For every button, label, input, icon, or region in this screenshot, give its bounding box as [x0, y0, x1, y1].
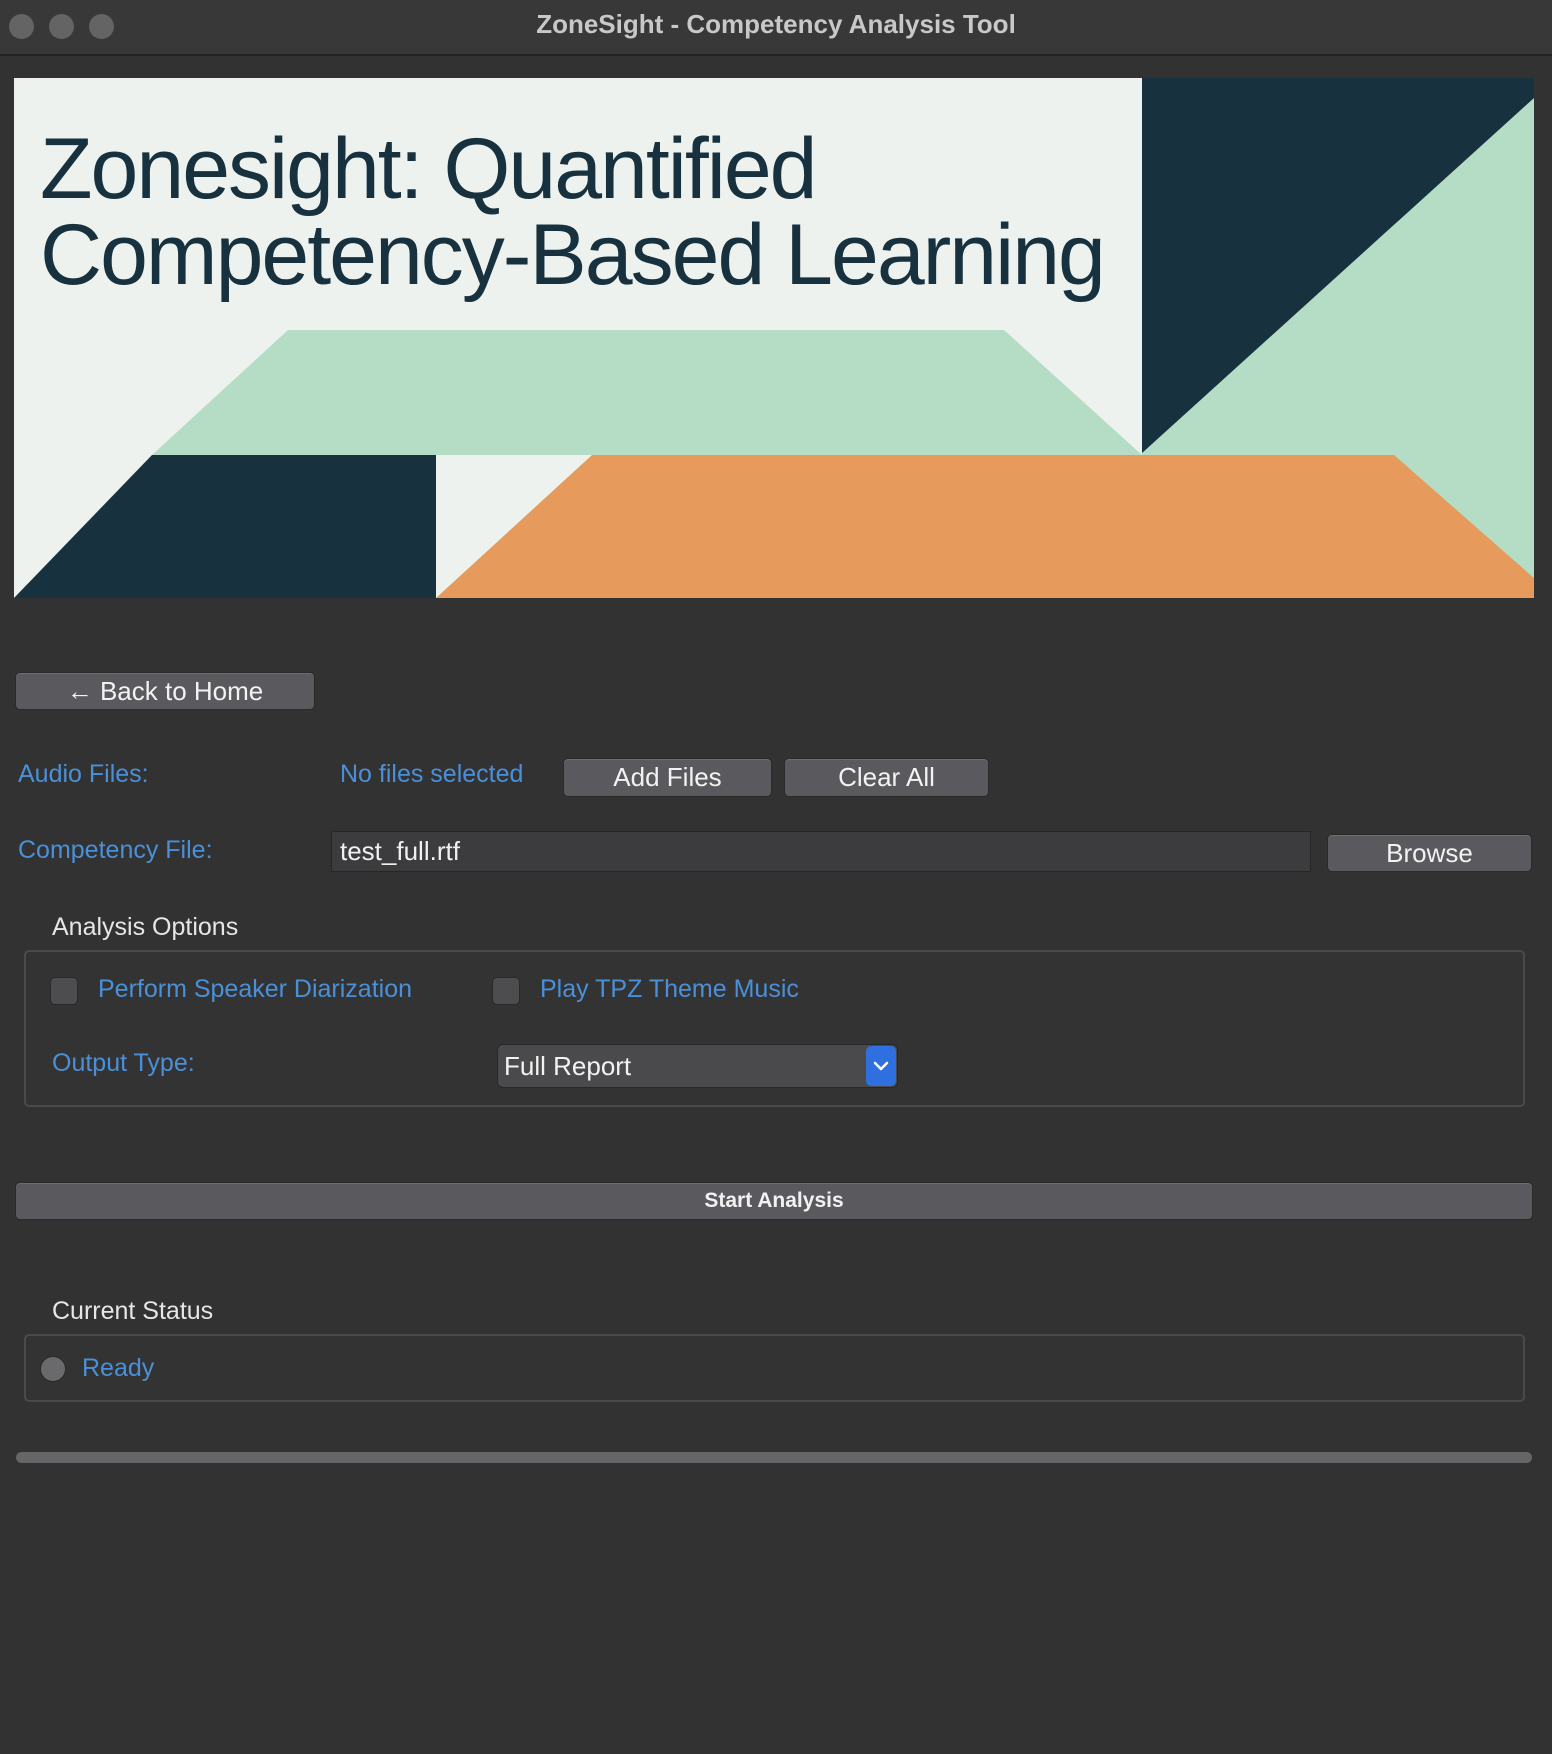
- start-analysis-button[interactable]: Start Analysis: [15, 1182, 1533, 1220]
- current-status-heading: Current Status: [52, 1297, 214, 1325]
- clear-all-button[interactable]: Clear All: [784, 758, 989, 797]
- speaker-diarization-label[interactable]: Perform Speaker Diarization: [98, 975, 412, 1004]
- banner-image: Zonesight: Quantified Competency-Based L…: [14, 78, 1534, 598]
- status-text: Ready: [82, 1354, 155, 1382]
- output-type-value: Full Report: [504, 1051, 632, 1081]
- banner-title: Zonesight: Quantified Competency-Based L…: [40, 121, 1106, 303]
- back-to-home-button[interactable]: ← Back to Home: [15, 672, 315, 710]
- chevron-down-icon: [866, 1046, 896, 1086]
- add-files-button[interactable]: Add Files: [563, 758, 772, 797]
- audio-files-label: Audio Files:: [18, 760, 149, 788]
- output-type-select[interactable]: Full Report: [497, 1044, 898, 1088]
- audio-files-status: No files selected: [340, 760, 524, 788]
- status-indicator-icon: [40, 1356, 66, 1382]
- competency-file-label: Competency File:: [18, 836, 213, 864]
- progress-bar: [16, 1452, 1532, 1463]
- theme-music-checkbox[interactable]: [492, 977, 520, 1005]
- current-status-group: [24, 1334, 1525, 1402]
- title-bar: ZoneSight - Competency Analysis Tool: [0, 0, 1552, 56]
- speaker-diarization-checkbox[interactable]: [50, 977, 78, 1005]
- theme-music-label[interactable]: Play TPZ Theme Music: [540, 975, 799, 1004]
- competency-file-field[interactable]: test_full.rtf: [331, 831, 1311, 872]
- analysis-options-heading: Analysis Options: [52, 913, 239, 941]
- output-type-label: Output Type:: [52, 1049, 195, 1077]
- browse-button[interactable]: Browse: [1327, 834, 1532, 872]
- window-title: ZoneSight - Competency Analysis Tool: [536, 9, 1016, 39]
